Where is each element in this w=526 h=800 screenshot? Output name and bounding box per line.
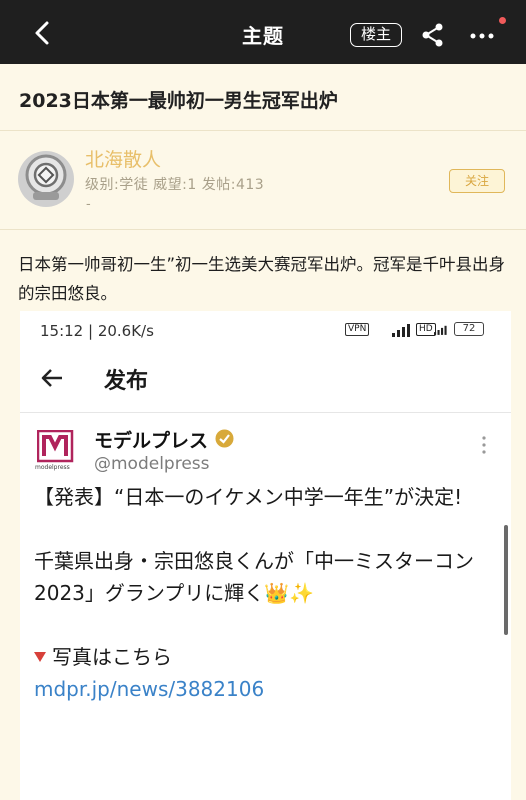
battery-icon: 72 [454, 322, 484, 336]
notification-dot [499, 17, 506, 24]
publish-title: 发布 [104, 369, 149, 394]
top-bar: 主题 楼主 [0, 0, 526, 64]
page-title: 主题 [242, 24, 284, 48]
tweet-line: 写真はこちら [34, 641, 492, 673]
tweet-body: 【発表】“日本一のイケメン中学一年生”が決定! 千葉県出身・宗田悠良くんが「中一… [34, 481, 492, 705]
embedded-screenshot[interactable]: 15:12 | 20.6K/s VPN HD 72 发布 modelpress … [20, 311, 511, 800]
post-body: 日本第一帅哥初一生”初一生选美大赛冠军出炉。冠军是千叶县出身的宗田悠良。 [18, 255, 506, 303]
photo-label: 写真はこちら [52, 645, 172, 669]
vpn-badge: VPN [345, 323, 370, 336]
scrollbar[interactable] [504, 525, 508, 635]
divider [0, 229, 526, 230]
owner-only-button[interactable]: 楼主 [350, 23, 402, 47]
hd-badge: HD [416, 323, 436, 336]
author-extra: - [86, 197, 91, 212]
account-name[interactable]: モデルプレス [94, 426, 208, 453]
tweet-line: 千葉県出身・宗田悠良くんが「中一ミスターコン2023」グランプリに輝く👑✨ [34, 549, 474, 605]
more-icon[interactable] [468, 22, 496, 48]
share-icon[interactable] [420, 22, 446, 48]
author-name[interactable]: 北海散人 [85, 145, 161, 172]
signal-icon [392, 324, 410, 337]
logo-text: modelpress [35, 464, 70, 471]
divider [20, 412, 511, 413]
author-meta: 级别:学徒 威望:1 发帖:413 [85, 177, 265, 193]
triangle-down-icon [34, 652, 46, 662]
account-handle[interactable]: @modelpress [94, 454, 210, 474]
status-time: 15:12 | 20.6K/s [40, 322, 154, 340]
back-icon[interactable] [30, 20, 56, 46]
tweet-line: 【発表】“日本一のイケメン中学一年生”が決定! [34, 485, 463, 509]
back-arrow-icon[interactable] [40, 367, 64, 389]
tweet-link[interactable]: mdpr.jp/news/3882106 [34, 673, 492, 705]
more-vertical-icon[interactable] [480, 435, 488, 455]
verified-badge-icon [215, 429, 234, 448]
follow-button[interactable]: 关注 [449, 169, 505, 193]
signal-5g-icon [434, 325, 447, 335]
avatar[interactable] [17, 150, 75, 208]
divider [0, 130, 526, 131]
thread-title: 2023日本第一最帅初一男生冠军出炉 [19, 90, 338, 112]
modelpress-logo[interactable]: modelpress [35, 429, 75, 474]
